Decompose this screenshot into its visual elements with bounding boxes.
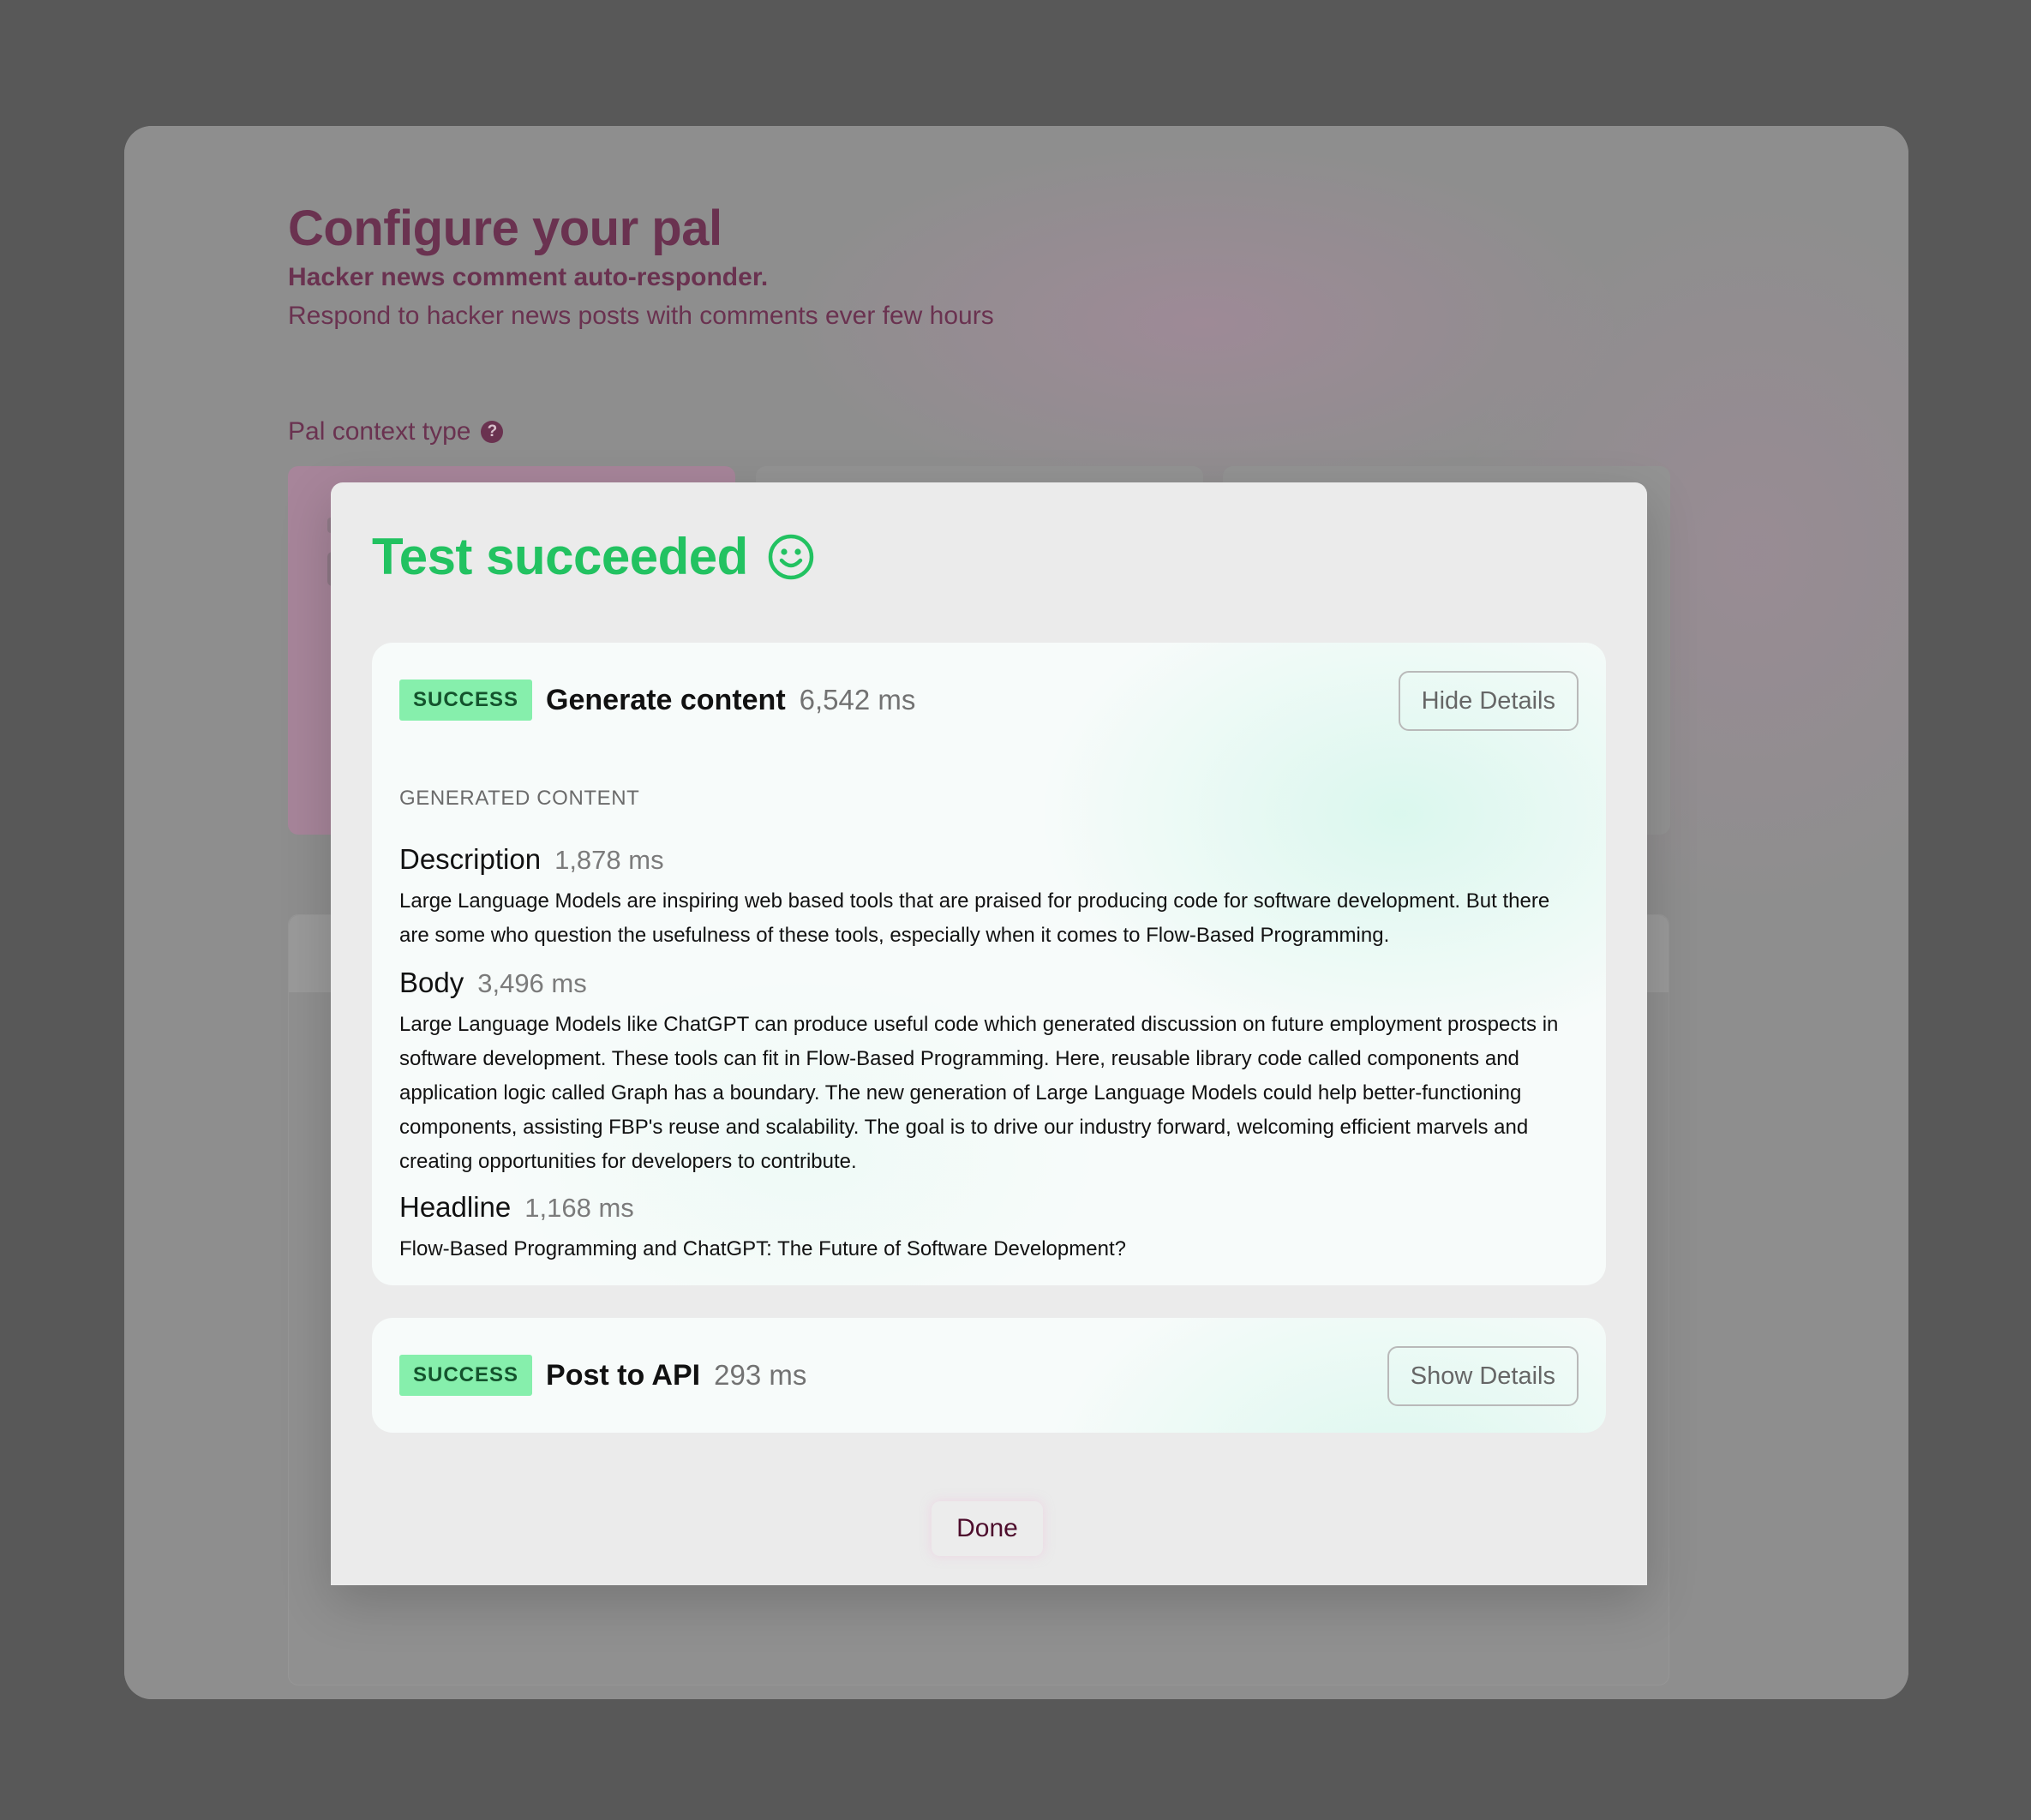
- field-text: Large Language Models like ChatGPT can p…: [399, 1013, 1559, 1173]
- done-button[interactable]: Done: [932, 1501, 1043, 1556]
- step-card-post-to-api: SUCCESS Post to API 293 ms Show Details: [372, 1318, 1606, 1433]
- field-header: Headline 1,168 ms: [399, 1191, 1582, 1224]
- step-name: Generate content: [546, 683, 786, 716]
- smile-icon: [768, 534, 814, 579]
- step-name: Post to API: [546, 1358, 701, 1392]
- generated-content-label: GENERATED CONTENT: [399, 787, 640, 810]
- field-duration: 1,168 ms: [524, 1193, 634, 1223]
- context-type-label-text: Pal context type: [288, 417, 471, 446]
- modal-title-text: Test succeeded: [372, 528, 748, 585]
- step-duration: 6,542 ms: [799, 684, 916, 715]
- step-header: SUCCESS Post to API 293 ms: [399, 1354, 806, 1397]
- field-name: Headline: [399, 1191, 512, 1223]
- page-description: Respond to hacker news posts with commen…: [288, 302, 994, 330]
- step-header: SUCCESS Generate content 6,542 ms: [399, 679, 915, 721]
- step-card-generate-content: SUCCESS Generate content 6,542 ms Hide D…: [372, 643, 1606, 1285]
- page-subtitle: Hacker news comment auto-responder.: [288, 263, 769, 291]
- hide-details-button[interactable]: Hide Details: [1398, 671, 1579, 731]
- status-badge: SUCCESS: [399, 1355, 533, 1396]
- test-result-modal: Test succeeded SUCCESS Generate content …: [331, 482, 1647, 1585]
- field-headline: Headline 1,168 ms Flow-Based Programming…: [399, 1191, 1582, 1266]
- field-body: Body 3,496 ms Large Language Models like…: [399, 967, 1582, 1179]
- field-name: Body: [399, 967, 464, 998]
- help-icon[interactable]: ?: [481, 421, 504, 443]
- context-type-label: Pal context type ?: [288, 417, 504, 446]
- field-duration: 3,496 ms: [477, 968, 587, 998]
- field-text: Large Language Models are inspiring web …: [399, 889, 1550, 947]
- page-title: Configure your pal: [288, 201, 722, 256]
- field-header: Description 1,878 ms: [399, 843, 1582, 876]
- field-text: Flow-Based Programming and ChatGPT: The …: [399, 1237, 1126, 1260]
- status-badge: SUCCESS: [399, 680, 533, 721]
- field-header: Body 3,496 ms: [399, 967, 1582, 999]
- field-duration: 1,878 ms: [554, 845, 664, 875]
- modal-title: Test succeeded: [372, 527, 815, 586]
- field-description: Description 1,878 ms Large Language Mode…: [399, 843, 1582, 953]
- step-duration: 293 ms: [714, 1359, 807, 1391]
- field-name: Description: [399, 843, 542, 875]
- show-details-button[interactable]: Show Details: [1387, 1346, 1579, 1406]
